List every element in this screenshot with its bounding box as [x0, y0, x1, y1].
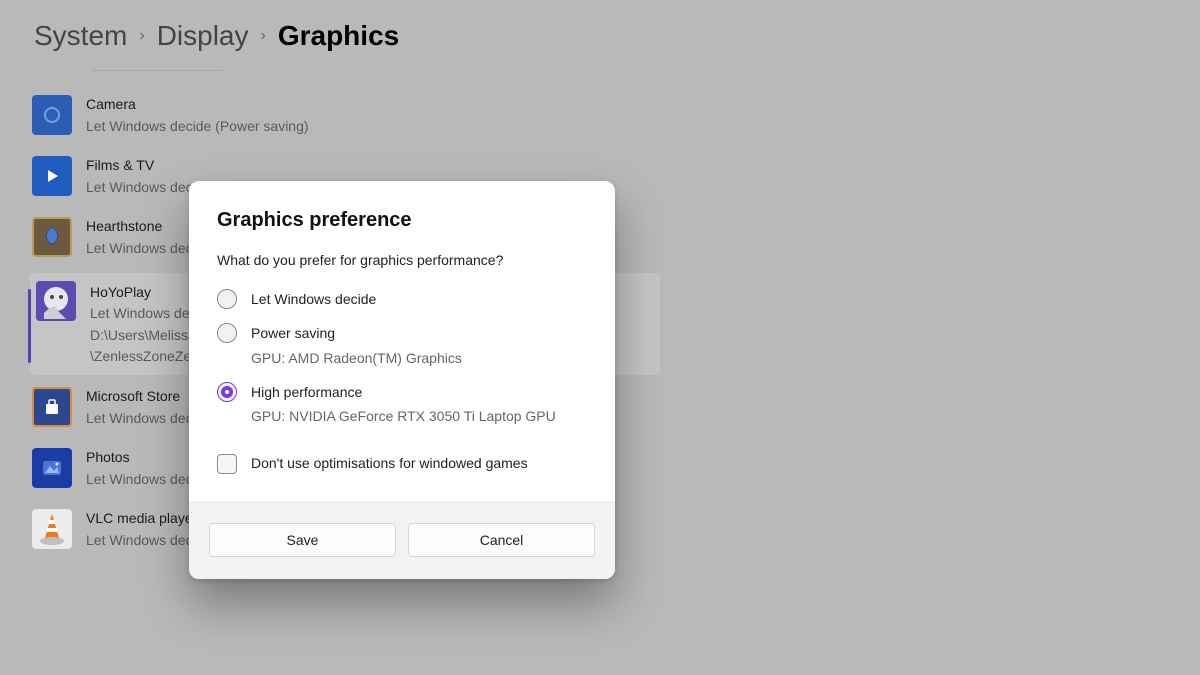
hearthstone-icon [32, 217, 72, 257]
radio-gpu-label: GPU: NVIDIA GeForce RTX 3050 Ti Laptop G… [251, 406, 556, 426]
vlc-icon [32, 509, 72, 549]
radio-icon [217, 382, 237, 402]
app-name: Films & TV [86, 156, 309, 176]
breadcrumb: System › Display › Graphics [0, 0, 1200, 70]
radio-label: Let Windows decide [251, 289, 376, 309]
checkbox-label: Don't use optimisations for windowed gam… [251, 453, 528, 473]
camera-icon [32, 95, 72, 135]
app-name: Camera [86, 95, 309, 115]
radio-power-saving[interactable]: Power saving GPU: AMD Radeon(TM) Graphic… [217, 316, 587, 375]
app-item-camera[interactable]: Camera Let Windows decide (Power saving) [30, 89, 660, 150]
radio-let-windows-decide[interactable]: Let Windows decide [217, 282, 587, 316]
radio-high-performance[interactable]: High performance GPU: NVIDIA GeForce RTX… [217, 375, 587, 434]
radio-icon [217, 323, 237, 343]
radio-gpu-label: GPU: AMD Radeon(TM) Graphics [251, 348, 462, 368]
store-icon [32, 387, 72, 427]
crumb-graphics: Graphics [278, 20, 399, 52]
save-button[interactable]: Save [209, 523, 396, 557]
chevron-right-icon: › [139, 27, 144, 45]
radio-icon [217, 289, 237, 309]
photos-icon [32, 448, 72, 488]
crumb-system[interactable]: System [34, 20, 127, 52]
chevron-right-icon: › [261, 27, 266, 45]
graphics-preference-dialog: Graphics preference What do you prefer f… [189, 181, 615, 579]
checkbox-no-optimisations[interactable]: Don't use optimisations for windowed gam… [217, 433, 587, 473]
hoyoplay-icon [36, 281, 76, 321]
radio-label: Power saving [251, 325, 335, 341]
dialog-footer: Save Cancel [189, 502, 615, 579]
checkbox-icon [217, 454, 237, 474]
app-subtitle: Let Windows decide (Power saving) [86, 117, 309, 137]
films-icon [32, 156, 72, 196]
radio-label: High performance [251, 384, 362, 400]
dialog-title: Graphics preference [217, 209, 587, 232]
dialog-question: What do you prefer for graphics performa… [217, 252, 587, 268]
crumb-display[interactable]: Display [157, 20, 249, 52]
cancel-button[interactable]: Cancel [408, 523, 595, 557]
